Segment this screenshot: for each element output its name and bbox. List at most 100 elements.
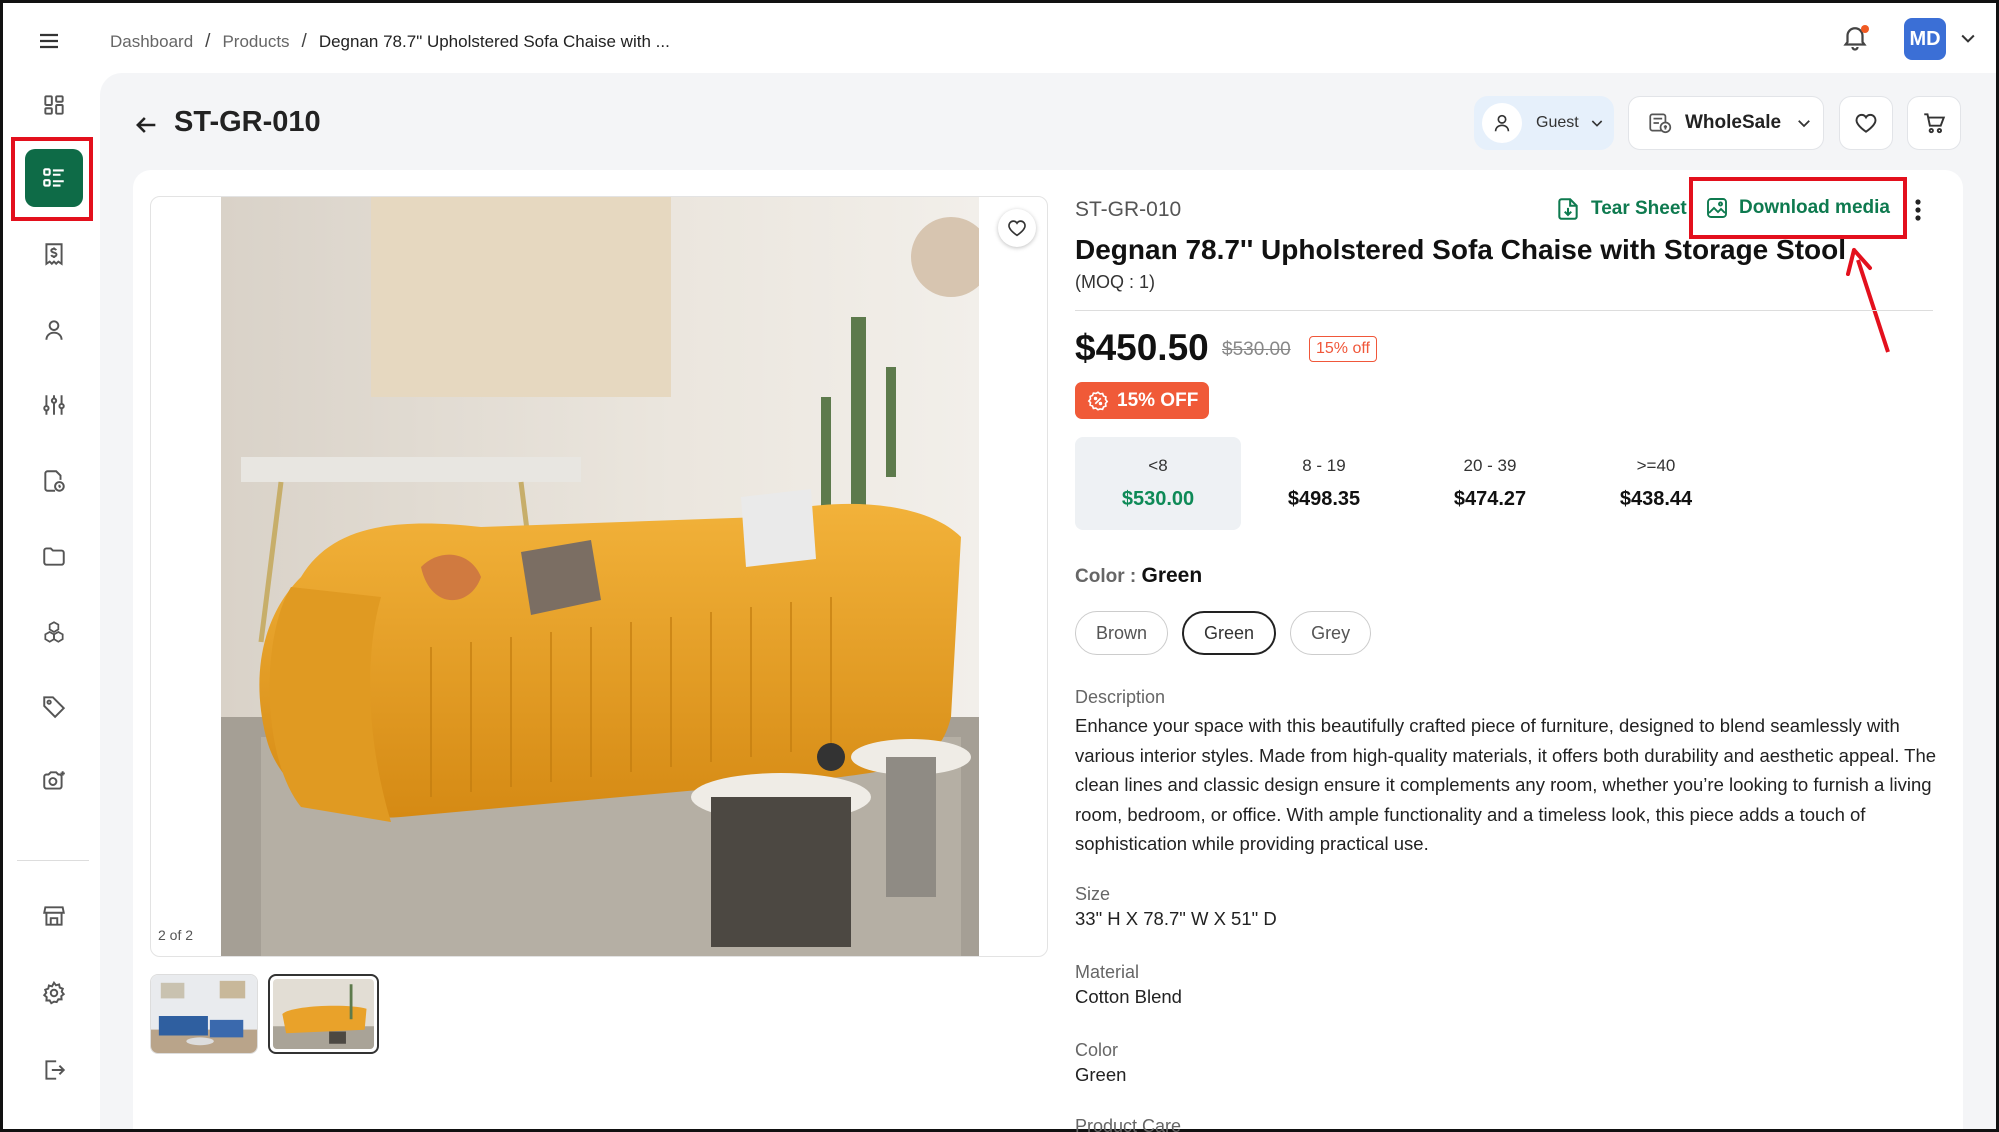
pricing-label: WholeSale: [1685, 112, 1782, 133]
sidebar-item-folders[interactable]: [25, 527, 83, 585]
favorite-button[interactable]: [998, 209, 1036, 247]
tier-price: $438.44: [1619, 488, 1693, 510]
top-bar: Dashboard / Products / Degnan 78.7" Upho…: [100, 3, 1996, 73]
image-counter: 2 of 2: [158, 927, 194, 943]
thumbnail-2[interactable]: [268, 974, 379, 1054]
color-selection: Color : Green: [1075, 564, 1202, 588]
chevron-down-icon: [1798, 120, 1810, 128]
tier-price: $498.35: [1287, 488, 1361, 510]
price-tier[interactable]: >=40 $438.44: [1573, 437, 1739, 530]
avatar[interactable]: MD: [1904, 18, 1946, 60]
tear-sheet-label: Tear Sheet: [1591, 198, 1687, 219]
chevron-down-icon[interactable]: [1958, 28, 1978, 48]
color-detail-value: Green: [1075, 1064, 1127, 1085]
tag-icon: [43, 696, 66, 719]
product-moq: (MOQ : 1): [1075, 272, 1155, 292]
wishlist-button[interactable]: [1839, 96, 1893, 150]
divider: [1075, 310, 1933, 311]
description-text: Enhance your space with this beautifully…: [1075, 715, 1937, 854]
tier-quantity: 20 - 39: [1463, 456, 1517, 475]
menu-icon[interactable]: [32, 24, 66, 58]
quantity-price-tiers: <8 $530.00 8 - 19 $498.35 20 - 39 $474.2…: [1075, 437, 1739, 530]
color-option-brown[interactable]: Brown: [1075, 611, 1169, 655]
sidebar-item-filters[interactable]: [25, 376, 83, 434]
heart-icon: [1855, 113, 1877, 133]
product-sku: ST-GR-010: [1075, 198, 1182, 221]
dashboard-icon: [44, 95, 64, 115]
image-icon: [1707, 198, 1727, 218]
sidebar-item-camera[interactable]: [25, 752, 83, 810]
guest-label: Guest: [1536, 114, 1579, 131]
sidebar-item-store[interactable]: [25, 887, 83, 945]
color-option-green[interactable]: Green: [1182, 611, 1277, 655]
store-icon: [43, 906, 65, 926]
cart-icon: [1924, 113, 1946, 134]
sidebar-item-tags[interactable]: [25, 677, 83, 735]
logout-icon: [45, 1060, 66, 1080]
tier-price: $474.27: [1453, 488, 1527, 510]
page-title: ST-GR-010: [174, 106, 321, 138]
product-care-label: Product Care: [1075, 1116, 1182, 1132]
discount-percent-icon: [1087, 390, 1109, 411]
back-arrow-icon[interactable]: [132, 111, 160, 139]
breadcrumb-products[interactable]: Products: [222, 32, 289, 52]
guest-selector[interactable]: Guest: [1474, 96, 1614, 150]
annotation-highlight-box: [11, 137, 93, 221]
user-icon: [45, 320, 63, 340]
boxes-icon: [44, 621, 64, 643]
tier-price: $530.00: [1121, 488, 1195, 510]
sidebar-item-customers[interactable]: [25, 301, 83, 359]
receipt-dollar-icon: [45, 243, 63, 266]
chevron-down-icon: [1591, 120, 1602, 127]
tear-sheet-button[interactable]: Tear Sheet: [1555, 196, 1687, 222]
download-media-button[interactable]: Download media: [1705, 196, 1890, 220]
color-option-grey[interactable]: Grey: [1290, 611, 1372, 655]
download-media-label: Download media: [1739, 197, 1890, 218]
discount-tag: 15% off: [1309, 336, 1377, 362]
heart-icon: [1008, 220, 1026, 237]
tier-quantity: >=40: [1636, 456, 1676, 475]
description-label: Description: [1075, 687, 1166, 707]
image-gallery: 2 of 2: [150, 196, 1048, 957]
cart-button[interactable]: [1907, 96, 1961, 150]
annotation-arrow: [1846, 248, 1890, 353]
sidebar-item-invoices[interactable]: [25, 225, 83, 283]
discount-badge-label: 15% OFF: [1117, 389, 1199, 411]
pricing-selector[interactable]: WholeSale: [1628, 96, 1824, 150]
discount-badge: 15% OFF: [1075, 382, 1209, 419]
color-value: Green: [1141, 564, 1203, 587]
sidebar-item-dashboard[interactable]: [25, 76, 83, 134]
folder-icon: [43, 547, 65, 566]
sidebar-item-inventory[interactable]: [25, 603, 83, 661]
current-price: $450.50: [1075, 327, 1209, 368]
product-photo[interactable]: [221, 197, 991, 956]
breadcrumb-dashboard[interactable]: Dashboard: [110, 32, 193, 52]
document-clock-icon: [44, 470, 65, 492]
gear-icon: [42, 980, 66, 1005]
breadcrumb-current: Degnan 78.7" Upholstered Sofa Chaise wit…: [318, 32, 670, 51]
more-options-icon[interactable]: [1908, 196, 1928, 224]
color-options: Brown Green Grey: [1075, 611, 1372, 655]
original-price: $530.00: [1222, 339, 1291, 360]
price-tier[interactable]: 20 - 39 $474.27: [1407, 437, 1573, 530]
color-label: Color :: [1075, 566, 1137, 587]
price-tier[interactable]: 8 - 19 $498.35: [1241, 437, 1407, 530]
material-value: Cotton Blend: [1075, 986, 1182, 1007]
tier-quantity: 8 - 19: [1302, 456, 1346, 475]
sliders-icon: [43, 395, 65, 415]
document-download-icon: [1558, 198, 1578, 220]
material-label: Material: [1075, 962, 1140, 982]
size-label: Size: [1075, 884, 1111, 904]
sidebar-item-reports[interactable]: [25, 452, 83, 510]
tier-quantity: <8: [1148, 456, 1168, 475]
color-detail-label: Color: [1075, 1040, 1119, 1060]
product-title: Degnan 78.7'' Upholstered Sofa Chaise wi…: [1075, 234, 1847, 265]
sidebar-item-logout[interactable]: [25, 1041, 83, 1099]
size-value: 33" H X 78.7" W X 51" D: [1075, 908, 1277, 929]
user-icon: [1482, 103, 1522, 143]
price-tier[interactable]: <8 $530.00: [1075, 437, 1241, 530]
thumbnail-1[interactable]: [150, 974, 258, 1054]
sidebar-item-settings[interactable]: [25, 964, 83, 1022]
breadcrumb: Dashboard / Products / Degnan 78.7" Upho…: [110, 31, 670, 52]
sidebar-divider: [17, 860, 89, 861]
